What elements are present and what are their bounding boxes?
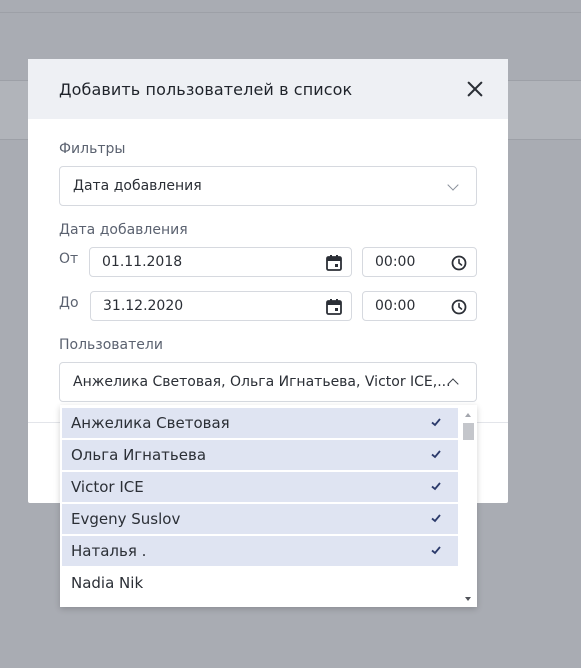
from-time-value: 00:00 bbox=[375, 254, 416, 270]
dropdown-option[interactable]: Victor ICE bbox=[62, 472, 458, 502]
scroll-down-arrow-icon[interactable] bbox=[465, 597, 471, 601]
users-selected-summary: Анжелика Световая, Ольга Игнатьева, Vict… bbox=[73, 374, 451, 390]
users-select[interactable]: Анжелика Световая, Ольга Игнатьева, Vict… bbox=[59, 362, 477, 402]
modal-header: Добавить пользователей в список bbox=[28, 59, 508, 119]
background-divider bbox=[0, 12, 581, 13]
option-label: Victor ICE bbox=[71, 478, 144, 496]
option-label: Наталья . bbox=[71, 542, 147, 560]
chevron-down-icon bbox=[447, 179, 459, 191]
calendar-icon[interactable] bbox=[325, 298, 343, 316]
dropdown-option[interactable]: Evgeny Suslov bbox=[62, 504, 458, 534]
to-time-input[interactable]: 00:00 bbox=[362, 291, 477, 321]
date-added-label: Дата добавления bbox=[59, 222, 188, 238]
users-dropdown[interactable]: Анжелика Световая Ольга Игнатьева Victor… bbox=[60, 405, 477, 607]
from-date-value: 01.11.2018 bbox=[102, 254, 183, 270]
check-icon bbox=[431, 450, 441, 459]
dropdown-option[interactable]: Анжелика Световая bbox=[62, 408, 458, 438]
dropdown-option[interactable]: Nadia Nik bbox=[62, 568, 458, 598]
option-label: Анжелика Световая bbox=[71, 414, 230, 432]
modal-title: Добавить пользователей в список bbox=[59, 79, 353, 99]
dropdown-option[interactable]: Наталья . bbox=[62, 536, 458, 566]
to-date-value: 31.12.2020 bbox=[103, 298, 184, 314]
option-label: Evgeny Suslov bbox=[71, 510, 181, 528]
to-date-input[interactable]: 31.12.2020 bbox=[90, 291, 352, 321]
check-icon bbox=[431, 546, 441, 555]
clock-icon[interactable] bbox=[450, 298, 468, 316]
to-time-value: 00:00 bbox=[375, 298, 416, 314]
calendar-icon[interactable] bbox=[325, 254, 343, 272]
option-label: Nadia Nik bbox=[71, 574, 144, 592]
close-icon[interactable] bbox=[464, 78, 486, 100]
filters-select[interactable]: Дата добавления bbox=[59, 166, 477, 206]
filters-label: Фильтры bbox=[59, 141, 126, 157]
to-label: До bbox=[59, 295, 79, 311]
scroll-thumb[interactable] bbox=[463, 423, 474, 440]
option-label: Ольга Игнатьева bbox=[71, 446, 207, 464]
from-label: От bbox=[59, 251, 79, 267]
check-icon bbox=[431, 418, 441, 427]
dropdown-scrollbar[interactable] bbox=[460, 405, 477, 607]
from-date-input[interactable]: 01.11.2018 bbox=[89, 247, 352, 277]
dropdown-option[interactable]: Ольга Игнатьева bbox=[62, 440, 458, 470]
filters-selected-value: Дата добавления bbox=[73, 178, 202, 194]
scroll-up-arrow-icon[interactable] bbox=[465, 413, 471, 417]
check-icon bbox=[431, 514, 441, 523]
users-label: Пользователи bbox=[59, 337, 163, 353]
clock-icon[interactable] bbox=[450, 254, 468, 272]
check-icon bbox=[431, 482, 441, 491]
from-time-input[interactable]: 00:00 bbox=[362, 247, 477, 277]
